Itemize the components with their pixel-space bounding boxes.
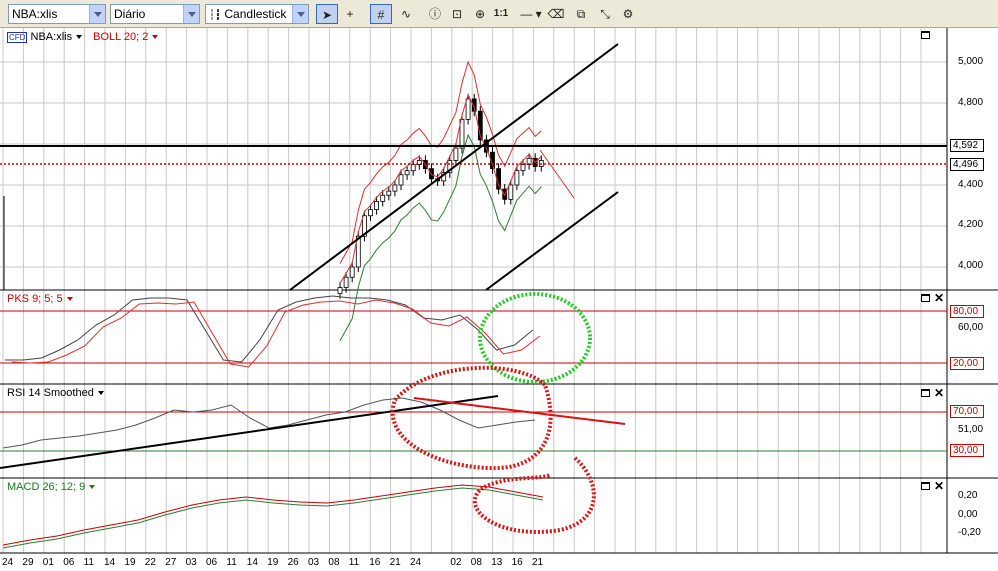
rsi-axis-label: 51,00: [958, 424, 984, 435]
price-axis-label: 5,000: [958, 56, 984, 67]
price-axis-label: 4,800: [958, 97, 984, 108]
rsi-trendline: [0, 395, 499, 469]
candle-body: [520, 164, 526, 172]
rsi-oversold-tag: 30,00: [950, 444, 984, 457]
close-icon[interactable]: ✕: [934, 480, 944, 492]
macd-line: [2, 484, 544, 546]
close-icon[interactable]: ✕: [934, 292, 944, 304]
bollinger-label[interactable]: BOLL 20; 2: [93, 31, 148, 43]
x-axis-label: 14: [104, 557, 116, 568]
last-price-tag: 4,592: [950, 139, 984, 152]
chevron-down-icon[interactable]: [76, 35, 83, 40]
close-icon[interactable]: ✕: [934, 387, 944, 399]
pks-overbought-tag: 80,00: [950, 305, 984, 318]
x-axis-label: 06: [206, 557, 218, 568]
macd-axis-label: 0,20: [958, 490, 978, 501]
rsi-line: [2, 397, 536, 449]
candle-body: [410, 164, 416, 172]
chevron-down-icon[interactable]: [152, 35, 159, 40]
chevron-down-icon[interactable]: [66, 297, 73, 302]
pks-label-text: PKS 9; 5; 5: [7, 293, 63, 305]
price-axis-label: 4,000: [958, 260, 984, 271]
pks-signal-line: [11, 299, 541, 368]
maximize-panel-icon[interactable]: [921, 294, 930, 302]
candle-body: [514, 170, 520, 186]
x-axis-label: 21: [389, 557, 401, 568]
x-axis-label: 11: [83, 557, 94, 568]
pks-oversold-tag: 20,00: [950, 357, 984, 370]
x-axis-label: 11: [348, 557, 360, 568]
macd-axis-label: 0,00: [958, 509, 978, 520]
x-axis-label: 02: [450, 557, 462, 568]
x-axis-label: 19: [124, 557, 136, 568]
x-axis-label: 26: [287, 557, 299, 568]
candle-body: [453, 147, 459, 161]
x-axis-label: 08: [470, 557, 482, 568]
macd-label-text: MACD 26; 12; 9: [7, 481, 86, 493]
x-axis-label: 11: [226, 557, 237, 568]
candle-body: [343, 276, 349, 288]
macd-label[interactable]: MACD 26; 12; 9: [7, 481, 96, 493]
candle-body: [368, 209, 373, 217]
rsi-red-trendline: [413, 397, 626, 425]
candle-body: [337, 287, 343, 295]
maximize-panel-icon[interactable]: [921, 389, 930, 397]
x-axis-label: 24: [410, 557, 422, 568]
chevron-down-icon[interactable]: [89, 485, 96, 490]
price-axis-label: 4,200: [958, 219, 984, 230]
price-axis-label: 4,400: [958, 179, 984, 190]
x-axis-label: 22: [144, 557, 156, 568]
pks-axis-label: 60,00: [958, 322, 984, 333]
cursor-price-tag: 4,496: [950, 158, 984, 171]
candle-body: [392, 184, 398, 192]
candle-body: [380, 194, 386, 202]
x-axis-label: 01: [42, 557, 54, 568]
x-axis-label: 27: [165, 557, 177, 568]
symbol-label: NBA:xlis: [30, 31, 73, 43]
candle-body: [398, 174, 404, 186]
candle-body: [508, 184, 514, 200]
x-axis-label: 03: [185, 557, 197, 568]
trendline: [289, 43, 619, 291]
candle-body: [349, 266, 355, 278]
candle-body: [429, 168, 434, 180]
chevron-down-icon[interactable]: [97, 391, 104, 396]
maximize-panel-icon[interactable]: [921, 482, 930, 490]
candle-body: [386, 190, 392, 196]
x-axis-label: 16: [511, 557, 523, 568]
projection-line: [539, 149, 575, 199]
x-axis-label: 24: [2, 557, 14, 568]
pks-label[interactable]: PKS 9; 5; 5: [7, 293, 73, 305]
x-axis-label: 03: [308, 557, 320, 568]
cfd-badge: CFD: [7, 32, 28, 43]
price-panel-header[interactable]: CFD NBA:xlis BOLL 20; 2: [7, 31, 159, 43]
rsi-overbought-tag: 70,00: [950, 405, 984, 418]
candle-body: [374, 200, 380, 210]
candle-body: [465, 98, 471, 120]
x-axis-label: 06: [63, 557, 75, 568]
x-axis-label: 29: [22, 557, 34, 568]
x-axis-label: 16: [369, 557, 381, 568]
maximize-panel-icon[interactable]: [921, 31, 930, 39]
x-axis-label: 08: [328, 557, 340, 568]
macd-axis-label: -0,20: [958, 527, 981, 538]
candle-body: [404, 170, 410, 176]
x-axis-label: 19: [267, 557, 279, 568]
macd-signal-line: [2, 487, 544, 549]
x-axis-label: 21: [532, 557, 544, 568]
x-axis-label: 13: [491, 557, 503, 568]
x-axis-label: 14: [246, 557, 258, 568]
chart-canvas[interactable]: [0, 0, 998, 571]
rsi-label[interactable]: RSI 14 Smoothed: [7, 387, 104, 399]
trendline: [485, 191, 619, 291]
rsi-label-text: RSI 14 Smoothed: [7, 387, 94, 399]
